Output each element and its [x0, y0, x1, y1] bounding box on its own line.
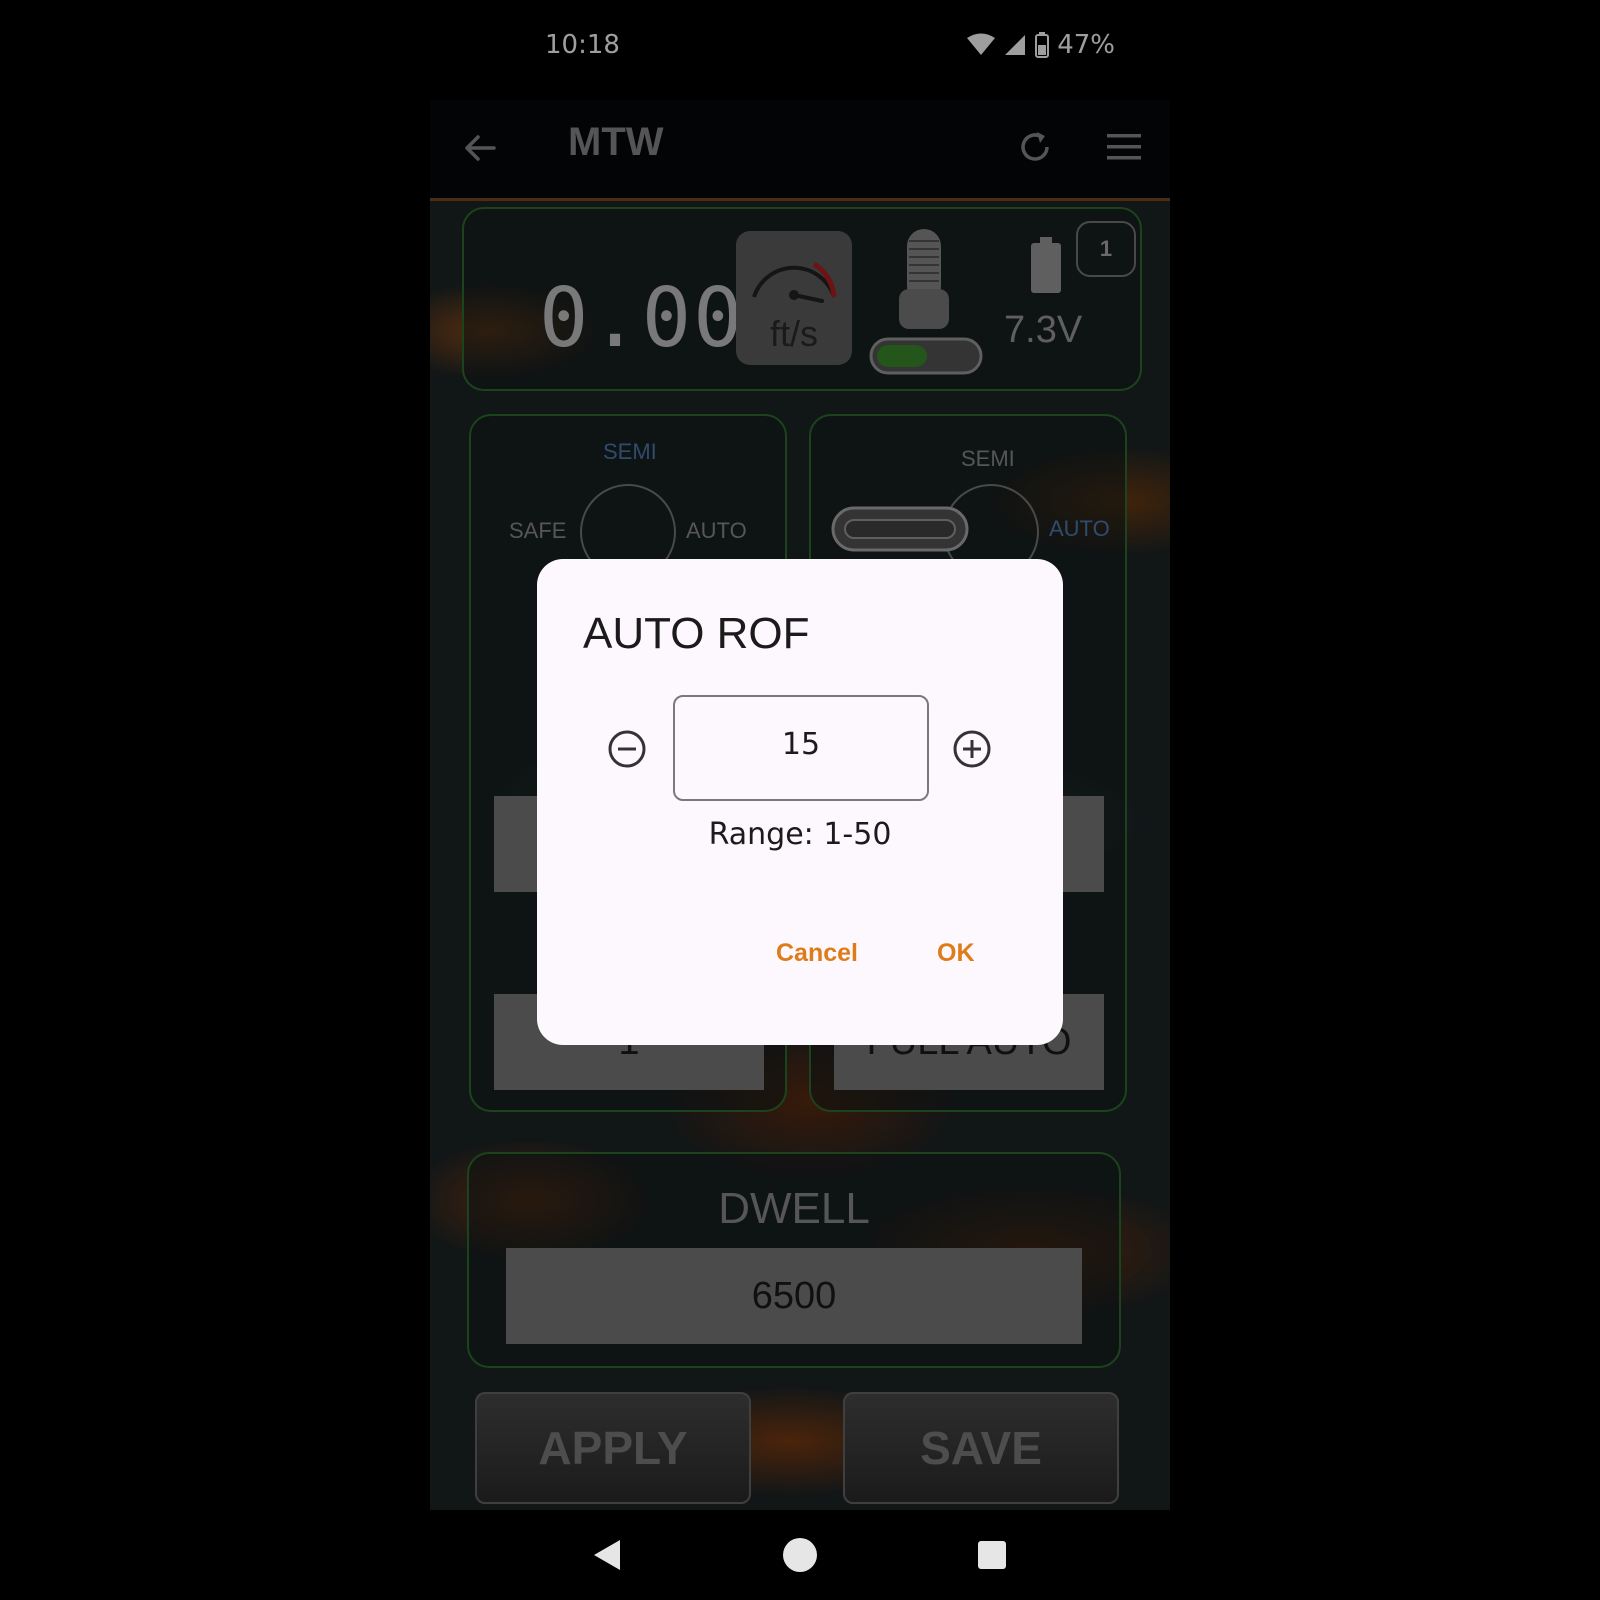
range-hint: Range: 1-50: [708, 817, 892, 852]
auto-rof-dialog: AUTO ROF 15 Range: 1-50 Cancel OK: [537, 559, 1063, 1045]
nav-back-icon[interactable]: [590, 1538, 624, 1572]
plus-circle-icon[interactable]: [952, 729, 992, 769]
system-nav-bar: [430, 1510, 1170, 1600]
minus-circle-icon[interactable]: [607, 729, 647, 769]
nav-recents-icon[interactable]: [977, 1540, 1007, 1570]
rof-value: 15: [781, 727, 821, 762]
nav-home-icon[interactable]: [782, 1537, 818, 1573]
cancel-button[interactable]: Cancel: [776, 939, 858, 968]
ok-button[interactable]: OK: [937, 939, 975, 968]
rof-value-input[interactable]: 15: [673, 695, 929, 801]
dialog-title: AUTO ROF: [583, 609, 810, 658]
phone-screen: 10:18 47% MTW 0.00 ft/s 7.3V 1 SEMI SAFE…: [430, 0, 1170, 1600]
